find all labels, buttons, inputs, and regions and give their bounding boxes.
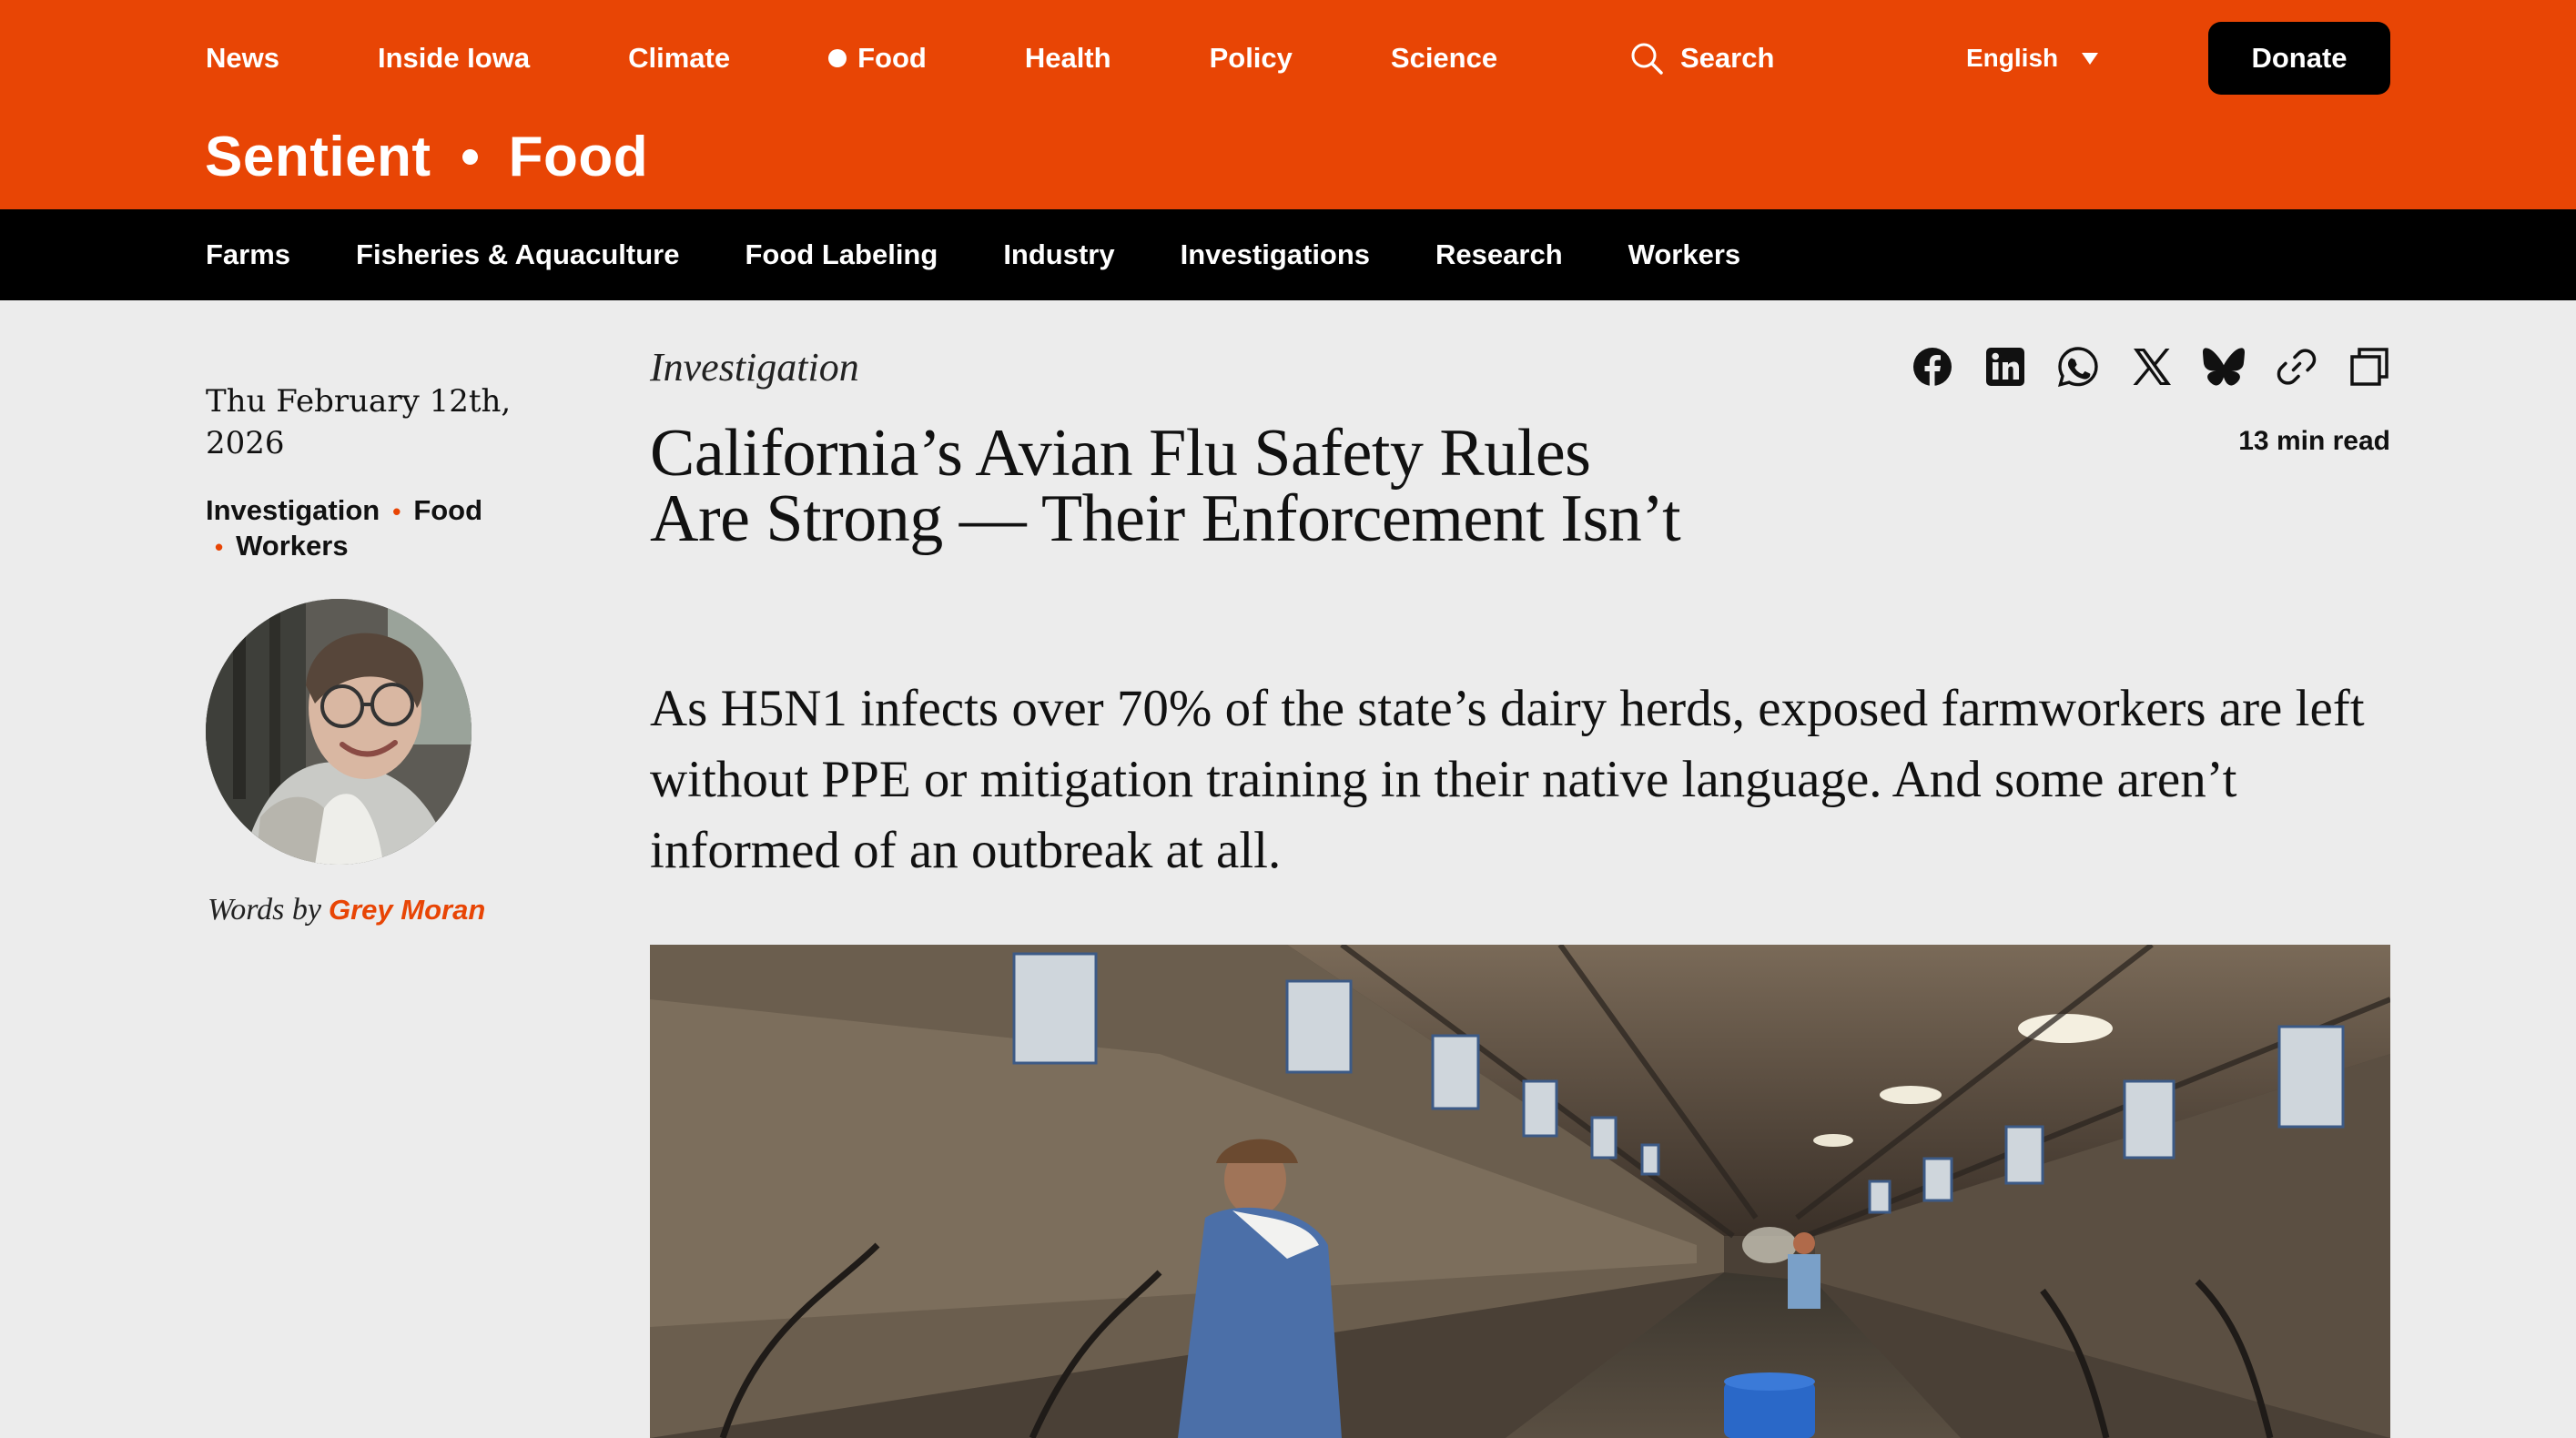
subnav-research[interactable]: Research (1435, 238, 1563, 271)
active-dot-icon (828, 49, 847, 67)
milking-parlor-photo (650, 945, 2390, 1438)
nav-inside-iowa[interactable]: Inside Iowa (378, 42, 530, 75)
site-brand[interactable]: Sentient Food (205, 120, 648, 193)
byline: Words by Grey Moran (208, 892, 485, 927)
x-icon[interactable] (2128, 344, 2174, 390)
byline-prefix: Words by (208, 893, 321, 927)
language-select[interactable]: English (1966, 35, 2099, 82)
nav-news[interactable]: News (206, 42, 279, 75)
nav-health[interactable]: Health (1025, 42, 1111, 75)
share-bar (1910, 344, 2392, 390)
search-button[interactable]: Search (1629, 35, 1774, 82)
primary-nav: News Inside Iowa Climate Food Health Pol… (206, 35, 1596, 82)
nav-food-label: Food (857, 42, 927, 74)
author-link[interactable]: Grey Moran (329, 894, 485, 926)
article-tags: Investigation • Food • Workers (206, 493, 533, 564)
brand-section: Food (508, 125, 649, 188)
search-icon (1631, 43, 1663, 75)
hero-image (650, 945, 2390, 1438)
search-label: Search (1680, 42, 1775, 74)
subnav-fisheries-aquaculture[interactable]: Fisheries & Aquaculture (356, 238, 679, 271)
linkedin-icon[interactable] (1983, 344, 2028, 390)
section-nav: Farms Fisheries & Aquaculture Food Label… (0, 209, 2576, 300)
nav-policy[interactable]: Policy (1210, 42, 1293, 75)
language-label: English (1966, 44, 2059, 72)
copy-icon[interactable] (2347, 344, 2392, 390)
whatsapp-icon[interactable] (2055, 344, 2101, 390)
author-photo (206, 599, 472, 865)
subnav-industry[interactable]: Industry (1003, 238, 1114, 271)
publish-date: Thu February 12th, 2026 (206, 383, 512, 461)
subnav-farms[interactable]: Farms (206, 238, 290, 271)
tag-workers[interactable]: Workers (236, 530, 349, 562)
site-header: News Inside Iowa Climate Food Health Pol… (0, 0, 2576, 209)
read-time: 13 min read (2238, 426, 2390, 456)
subnav-investigations[interactable]: Investigations (1181, 238, 1370, 271)
nav-science[interactable]: Science (1391, 42, 1497, 75)
brand-name: Sentient (205, 125, 431, 188)
link-icon[interactable] (2274, 344, 2319, 390)
article-kicker[interactable]: Investigation (650, 344, 859, 390)
tag-bullet: • (215, 533, 224, 561)
tag-investigation[interactable]: Investigation (206, 494, 380, 526)
caret-down-icon (2082, 52, 2099, 65)
nav-climate[interactable]: Climate (628, 42, 730, 75)
donate-button[interactable]: Donate (2208, 22, 2390, 95)
facebook-icon[interactable] (1910, 344, 1955, 390)
nav-food[interactable]: Food (828, 42, 927, 75)
bluesky-icon[interactable] (2201, 344, 2246, 390)
brand-separator-dot (461, 148, 478, 165)
tag-food[interactable]: Food (413, 494, 482, 526)
tag-bullet: • (392, 498, 401, 525)
article-dek: As H5N1 infects over 70% of the state’s … (650, 680, 2365, 879)
subnav-food-labeling[interactable]: Food Labeling (745, 238, 938, 271)
subnav-workers[interactable]: Workers (1628, 238, 1741, 271)
author-avatar[interactable] (206, 599, 472, 865)
article-headline: California’s Avian Flu Safety Rules Are … (650, 416, 1681, 556)
